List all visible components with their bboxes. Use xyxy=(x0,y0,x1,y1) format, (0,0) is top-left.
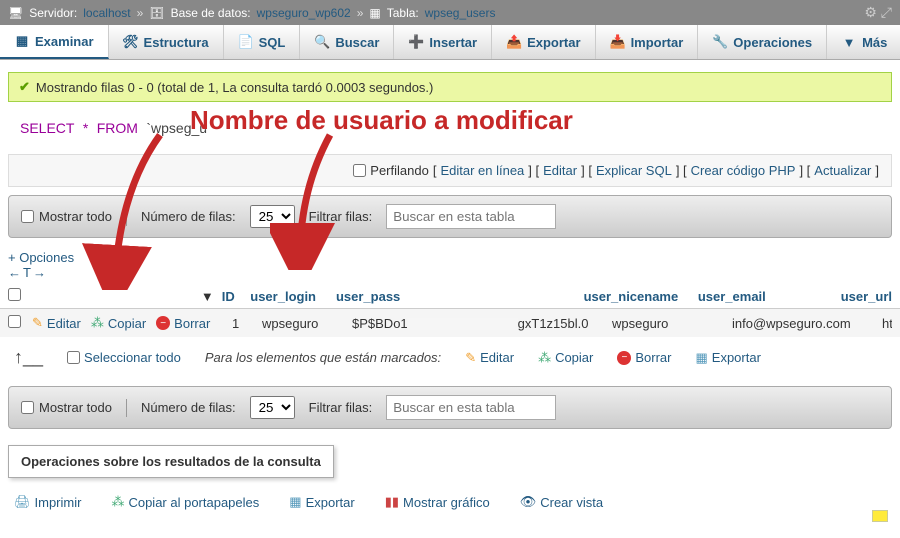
create-php-link[interactable]: Crear código PHP xyxy=(691,163,796,178)
chart-icon: ▮▮ xyxy=(385,494,399,510)
copy-icon: ⁂ xyxy=(91,315,104,331)
server-label: Servidor: xyxy=(29,6,77,20)
select-all-checkbox[interactable]: Seleccionar todo xyxy=(67,350,181,365)
breadcrumb: 🖥 Servidor: localhost » 🗄 Base de datos:… xyxy=(0,0,900,25)
insert-icon: ➕ xyxy=(408,34,424,50)
cell-user-email: info@wpseguro.com xyxy=(732,316,882,331)
print-icon: 🖨 xyxy=(14,494,31,510)
results-toolbar-bottom: Mostrar todo Número de filas: 25 Filtrar… xyxy=(8,386,892,429)
cell-user-pass: $P$BDo1gxT1z15bl.0 xyxy=(352,316,612,331)
import-icon: 📥 xyxy=(610,34,626,50)
tab-sql[interactable]: 📄SQL xyxy=(224,25,301,59)
export-icon: ▦ xyxy=(695,350,707,366)
bulk-copy[interactable]: ⁂Copiar xyxy=(538,350,593,366)
options-toggle[interactable]: + Opciones xyxy=(8,250,74,265)
annotation-label: Nombre de usuario a modificar xyxy=(190,105,573,136)
row-copy-link[interactable]: ⁂Copiar xyxy=(91,315,146,331)
pencil-icon: ✎ xyxy=(465,350,476,366)
col-user-login[interactable]: user_login xyxy=(250,289,316,304)
export-icon: ▦ xyxy=(289,494,301,510)
edit-link[interactable]: Editar xyxy=(543,163,577,178)
rows-select-bottom[interactable]: 25 xyxy=(250,396,295,419)
bulk-actions-bar: ↑__ Seleccionar todo Para los elementos … xyxy=(0,337,900,378)
query-results-ops-heading: Operaciones sobre los resultados de la c… xyxy=(8,445,334,478)
tab-more[interactable]: ▼Más xyxy=(827,25,900,59)
gear-icon[interactable]: ⚙ ⤢ xyxy=(864,4,892,21)
tab-operations[interactable]: 🔧Operaciones xyxy=(698,25,827,59)
delete-icon: − xyxy=(156,316,170,330)
db-label: Base de datos: xyxy=(171,6,251,20)
tab-bar: ▦Examinar 🛠Estructura 📄SQL 🔍Buscar ➕Inse… xyxy=(0,25,900,60)
col-user-pass[interactable]: user_pass xyxy=(336,289,400,304)
tab-export[interactable]: 📤Exportar xyxy=(492,25,595,59)
delete-icon: − xyxy=(617,351,631,365)
query-results-ops: 🖨Imprimir ⁂Copiar al portapapeles ▦Expor… xyxy=(0,490,900,530)
profiling-checkbox[interactable]: Perfilando xyxy=(353,163,429,178)
refresh-link[interactable]: Actualizar xyxy=(814,163,871,178)
bulk-delete[interactable]: −Borrar xyxy=(617,350,671,366)
search-icon: 🔍 xyxy=(314,34,330,50)
server-link[interactable]: localhost xyxy=(83,6,130,20)
db-link[interactable]: wpseguro_wp602 xyxy=(257,6,351,20)
select-all-rows[interactable] xyxy=(8,288,21,301)
copy-clipboard-link[interactable]: ⁂Copiar al portapapeles xyxy=(111,494,259,510)
cell-user-url: http://wpsegui xyxy=(882,316,892,331)
pencil-icon: ✎ xyxy=(32,315,43,331)
filter-input[interactable] xyxy=(386,204,556,229)
tab-browse[interactable]: ▦Examinar xyxy=(0,25,109,59)
separator: » xyxy=(357,6,364,20)
create-view-link[interactable]: 👁Crear vista xyxy=(520,494,603,510)
annotation-arrow-edit xyxy=(80,130,170,290)
cell-user-login: wpseguro xyxy=(262,316,352,331)
col-user-url[interactable]: user_url xyxy=(841,289,892,304)
server-icon: 🖥 xyxy=(8,6,23,20)
database-icon: 🗄 xyxy=(149,6,164,20)
table-icon: ▦ xyxy=(369,6,380,20)
up-arrow-icon: ↑__ xyxy=(14,347,43,368)
wrench-icon: 🔧 xyxy=(712,34,728,50)
tab-search[interactable]: 🔍Buscar xyxy=(300,25,394,59)
show-all-checkbox-bottom[interactable]: Mostrar todo xyxy=(21,400,112,415)
table-link[interactable]: wpseg_users xyxy=(425,6,496,20)
notice-text: Mostrando filas 0 - 0 (total de 1, La co… xyxy=(36,80,433,95)
console-toggle-icon[interactable] xyxy=(872,510,888,522)
col-id[interactable]: ID xyxy=(222,289,235,304)
chart-link[interactable]: ▮▮Mostrar gráfico xyxy=(385,494,490,510)
bulk-export[interactable]: ▦Exportar xyxy=(695,350,760,366)
copy-icon: ⁂ xyxy=(538,350,551,366)
row-delete-link[interactable]: −Borrar xyxy=(156,316,210,331)
export-icon: 📤 xyxy=(506,34,522,50)
explain-sql-link[interactable]: Explicar SQL xyxy=(596,163,672,178)
tab-import[interactable]: 📥Importar xyxy=(596,25,699,59)
col-user-email[interactable]: user_email xyxy=(698,289,766,304)
check-icon: ✔ xyxy=(19,79,30,95)
structure-icon: 🛠 xyxy=(123,34,139,50)
sql-icon: 📄 xyxy=(238,34,254,50)
with-selected-label: Para los elementos que están marcados: xyxy=(205,350,441,365)
chevron-down-icon: ▼ xyxy=(841,34,857,50)
sort-indicator[interactable]: ▼ xyxy=(31,289,222,304)
separator: » xyxy=(137,6,144,20)
row-edit-link[interactable]: ✎Editar xyxy=(32,315,81,331)
row-checkbox[interactable] xyxy=(8,315,21,328)
export-link[interactable]: ▦Exportar xyxy=(289,494,354,510)
cell-id: 1 xyxy=(232,316,262,331)
column-toggle-arrows[interactable]: ←T→ xyxy=(8,265,48,280)
redacted xyxy=(408,318,518,330)
annotation-arrow-login xyxy=(270,130,350,270)
browse-icon: ▦ xyxy=(14,33,30,49)
cell-user-nicename: wpseguro xyxy=(612,316,732,331)
edit-inline-link[interactable]: Editar en línea xyxy=(440,163,524,178)
bulk-edit[interactable]: ✎Editar xyxy=(465,350,514,366)
table-label: Tabla: xyxy=(387,6,419,20)
table-row: ✎Editar ⁂Copiar −Borrar 1 wpseguro $P$BD… xyxy=(0,309,900,337)
tab-structure[interactable]: 🛠Estructura xyxy=(109,25,224,59)
col-user-nicename[interactable]: user_nicename xyxy=(584,289,679,304)
print-link[interactable]: 🖨Imprimir xyxy=(14,494,81,510)
view-icon: 👁 xyxy=(520,494,537,510)
tab-insert[interactable]: ➕Insertar xyxy=(394,25,492,59)
clipboard-icon: ⁂ xyxy=(111,494,124,510)
success-notice: ✔ Mostrando filas 0 - 0 (total de 1, La … xyxy=(8,72,892,102)
filter-input-bottom[interactable] xyxy=(386,395,556,420)
